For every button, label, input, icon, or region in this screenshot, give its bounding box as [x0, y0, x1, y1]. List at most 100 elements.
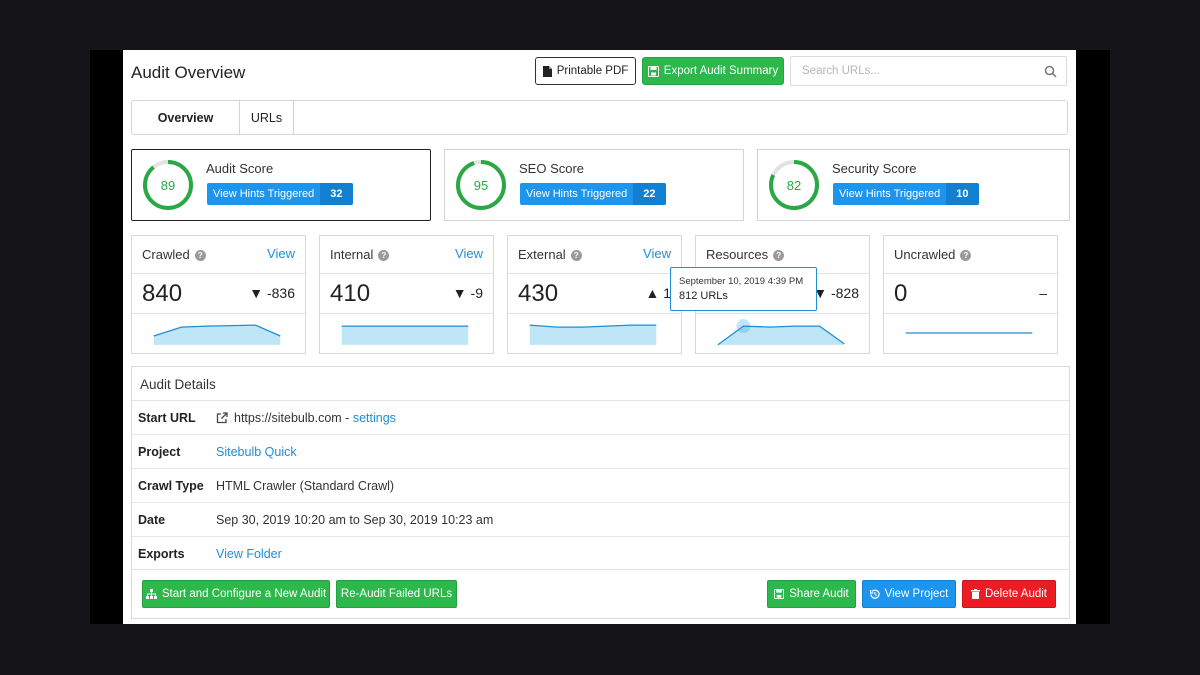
- trash-icon: [970, 589, 980, 599]
- share-audit-label: Share Audit: [789, 588, 849, 600]
- metric-value: 410: [330, 280, 371, 307]
- project-link[interactable]: Sitebulb Quick: [216, 445, 297, 459]
- metric-body: 430 ▲ 1: [508, 274, 681, 314]
- detail-value: Sep 30, 2019 10:20 am to Sep 30, 2019 10…: [216, 513, 494, 527]
- sparkline-area: [341, 326, 469, 345]
- printable-pdf-button[interactable]: Printable PDF: [535, 57, 636, 85]
- external-link-icon[interactable]: [216, 412, 228, 424]
- reaudit-failed-urls-button[interactable]: Re-Audit Failed URLs: [336, 580, 457, 608]
- sparkline-chart: [717, 319, 845, 346]
- share-audit-button[interactable]: Share Audit: [767, 580, 856, 608]
- sparkline-chart: [905, 332, 1033, 334]
- view-link[interactable]: View: [455, 246, 483, 261]
- hints-count-badge: 32: [320, 183, 353, 205]
- start-url-separator: -: [341, 411, 353, 425]
- seo-score-card[interactable]: 95 SEO Score View Hints Triggered 22: [444, 149, 744, 221]
- view-hints-label: View Hints Triggered: [213, 188, 315, 200]
- security-score-value: 82: [786, 177, 802, 193]
- detail-row-date: Date Sep 30, 2019 10:20 am to Sep 30, 20…: [132, 503, 1069, 537]
- internal-card: Internal? View 410 ▼ -9: [319, 235, 494, 354]
- top-bar: Audit Overview Printable PDF Export Audi…: [123, 50, 1076, 95]
- export-audit-summary-label: Export Audit Summary: [663, 65, 779, 77]
- view-link[interactable]: View: [267, 246, 295, 261]
- audit-score-card[interactable]: 89 Audit Score View Hints Triggered 32: [131, 149, 431, 221]
- metric-delta: –: [1039, 285, 1047, 301]
- delete-audit-button[interactable]: Delete Audit: [962, 580, 1056, 608]
- detail-label: Project: [138, 445, 181, 459]
- uncrawled-card: Uncrawled? 0 –: [883, 235, 1058, 354]
- help-icon[interactable]: ?: [570, 250, 582, 261]
- search-urls-input[interactable]: Search URLs...: [790, 56, 1067, 86]
- tab-bar: Overview URLs: [131, 100, 1068, 135]
- settings-link[interactable]: settings: [353, 411, 396, 425]
- view-hints-label: View Hints Triggered: [526, 188, 628, 200]
- view-link[interactable]: View: [643, 246, 671, 261]
- detail-row-exports: Exports View Folder: [132, 537, 1069, 571]
- tab-urls[interactable]: URLs: [240, 101, 294, 134]
- help-icon[interactable]: ?: [194, 250, 206, 261]
- detail-label: Exports: [138, 547, 185, 561]
- metric-name: Resources: [706, 247, 769, 262]
- detail-value: https://sitebulb.com - settings: [216, 411, 396, 425]
- sparkline-area: [529, 325, 657, 345]
- help-icon[interactable]: ?: [960, 250, 972, 261]
- view-project-button[interactable]: View Project: [862, 580, 956, 608]
- sparkline-chart: [529, 324, 657, 345]
- metric-name: External: [518, 247, 566, 262]
- sparkline-chart: [341, 325, 469, 345]
- security-score-card[interactable]: 82 Security Score View Hints Triggered 1…: [757, 149, 1070, 221]
- metric-title: Internal?: [330, 247, 390, 262]
- help-icon[interactable]: ?: [378, 250, 390, 261]
- hints-count-badge: 22: [633, 183, 666, 205]
- delete-audit-label: Delete Audit: [984, 588, 1047, 600]
- action-bar: Start and Configure a New Audit Re-Audit…: [132, 569, 1069, 619]
- metric-delta: ▼ -9: [452, 285, 483, 301]
- audit-details-header: Audit Details: [132, 367, 1069, 401]
- external-card: External? View 430 ▲ 1: [507, 235, 682, 354]
- printable-pdf-label: Printable PDF: [556, 65, 629, 77]
- audit-score-label: Audit Score: [206, 161, 274, 176]
- metric-value: 840: [142, 280, 183, 307]
- file-icon: [542, 65, 552, 77]
- view-folder-link[interactable]: View Folder: [216, 547, 282, 561]
- start-new-audit-button[interactable]: Start and Configure a New Audit: [142, 580, 330, 608]
- metric-header: Crawled? View: [132, 236, 305, 274]
- help-icon[interactable]: ?: [773, 250, 785, 261]
- detail-value: HTML Crawler (Standard Crawl): [216, 479, 395, 493]
- metric-name: Crawled: [142, 247, 190, 262]
- save-icon: [647, 65, 659, 77]
- metric-value: 0: [894, 280, 908, 307]
- export-audit-summary-button[interactable]: Export Audit Summary: [642, 57, 784, 85]
- metric-delta: ▼ -828: [813, 285, 859, 301]
- metric-title: Resources?: [706, 247, 785, 262]
- audit-overview-page: Audit Overview Printable PDF Export Audi…: [123, 50, 1076, 624]
- sparkline-hover-point: [736, 319, 751, 334]
- detail-row-crawl-type: Crawl Type HTML Crawler (Standard Crawl): [132, 469, 1069, 503]
- tooltip-date: September 10, 2019 4:39 PM: [679, 276, 804, 287]
- metric-delta: ▼ -836: [249, 285, 295, 301]
- crawled-card: Crawled? View 840 ▼ -836: [131, 235, 306, 354]
- metric-body: 0 –: [884, 274, 1057, 314]
- audit-details-title: Audit Details: [140, 377, 216, 392]
- detail-label: Date: [138, 513, 166, 527]
- metric-title: External?: [518, 247, 582, 262]
- view-hints-label: View Hints Triggered: [839, 188, 941, 200]
- metric-title: Uncrawled?: [894, 247, 972, 262]
- view-hints-button[interactable]: View Hints Triggered 10: [833, 183, 979, 205]
- metric-header: External? View: [508, 236, 681, 274]
- tab-overview[interactable]: Overview: [132, 101, 240, 134]
- view-project-label: View Project: [884, 588, 949, 600]
- metric-body: 840 ▼ -836: [132, 274, 305, 314]
- metric-delta: ▲ 1: [645, 285, 671, 301]
- detail-row-start-url: Start URL https://sitebulb.com - setting…: [132, 401, 1069, 435]
- search-placeholder: Search URLs...: [802, 65, 880, 77]
- start-new-audit-label: Start and Configure a New Audit: [161, 588, 327, 600]
- view-hints-button[interactable]: View Hints Triggered 32: [207, 183, 353, 205]
- metric-name: Uncrawled: [894, 247, 956, 262]
- sparkline-area: [717, 326, 845, 345]
- metric-name: Internal: [330, 247, 374, 262]
- search-icon[interactable]: [1044, 65, 1057, 78]
- view-hints-button[interactable]: View Hints Triggered 22: [520, 183, 666, 205]
- seo-score-value: 95: [473, 177, 489, 193]
- metric-value: 430: [518, 280, 559, 307]
